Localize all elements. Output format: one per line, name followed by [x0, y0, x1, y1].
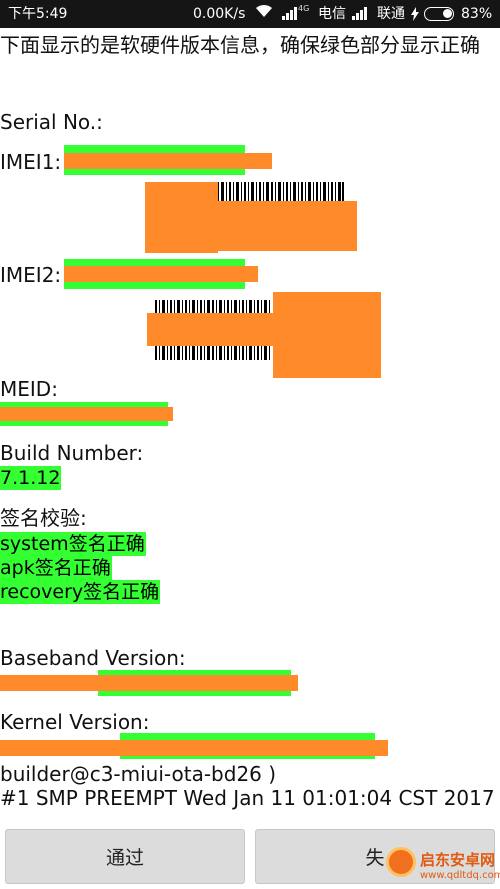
battery-icon [424, 7, 454, 21]
sim1-network-tag: 4G [298, 4, 310, 13]
imei1-barcode-redaction-left [145, 182, 218, 253]
imei1-label: IMEI1: [0, 150, 62, 174]
build-number-value: 7.1.12 [0, 466, 62, 490]
pass-button[interactable]: 通过 [5, 829, 245, 884]
status-net-speed: 0.00K/s [193, 6, 246, 22]
signal-icon-sim2 [352, 6, 367, 20]
status-time: 下午5:49 [8, 6, 68, 22]
meid-redaction [0, 407, 173, 421]
signature-item-recovery: recovery签名正确 [0, 580, 161, 604]
status-operator-2: 联通 [377, 6, 405, 22]
watermark: 启东安卓网 www.qdltdq.com [380, 845, 500, 889]
baseband-label: Baseband Version: [0, 646, 186, 670]
baseband-redaction [0, 675, 298, 691]
build-number-label: Build Number: [0, 441, 144, 465]
serial-label: Serial No.: [0, 110, 103, 134]
kernel-builder-line: builder@c3-miui-ota-bd26 ) [0, 762, 277, 786]
kernel-redaction [0, 740, 388, 756]
signature-item-apk: apk签名正确 [0, 556, 112, 580]
imei2-redaction [64, 266, 258, 282]
status-operator-1: 电信 [318, 6, 346, 22]
watermark-name: 启东安卓网 [420, 851, 496, 869]
info-header: 下面显示的是软硬件版本信息，确保绿色部分显示正确 [0, 33, 480, 57]
meid-label: MEID: [0, 377, 58, 401]
imei1-redaction [64, 153, 272, 169]
imei1-barcode [214, 182, 344, 202]
imei2-barcode-redaction-right [273, 292, 381, 378]
watermark-logo-icon [386, 847, 416, 877]
kernel-label: Kernel Version: [0, 710, 150, 734]
watermark-url: www.qdltdq.com [420, 870, 500, 881]
signature-item-system: system签名正确 [0, 532, 146, 556]
screen: 下午5:49 0.00K/s 4G 电信 联通 83% 下面显示的是软硬件版本信… [0, 0, 500, 889]
signal-icon-sim1 [282, 6, 297, 20]
imei1-barcode-redaction-right [218, 201, 357, 251]
charging-icon [410, 0, 420, 31]
status-battery: 83% [461, 6, 493, 22]
status-bar: 下午5:49 0.00K/s 4G 电信 联通 83% [0, 0, 500, 28]
wifi-icon [255, 0, 273, 28]
signature-label: 签名校验: [0, 506, 87, 530]
imei2-barcode-redaction-left [147, 313, 274, 346]
kernel-build-date-line: #1 SMP PREEMPT Wed Jan 11 01:01:04 CST 2… [0, 786, 495, 810]
imei2-label: IMEI2: [0, 263, 62, 287]
